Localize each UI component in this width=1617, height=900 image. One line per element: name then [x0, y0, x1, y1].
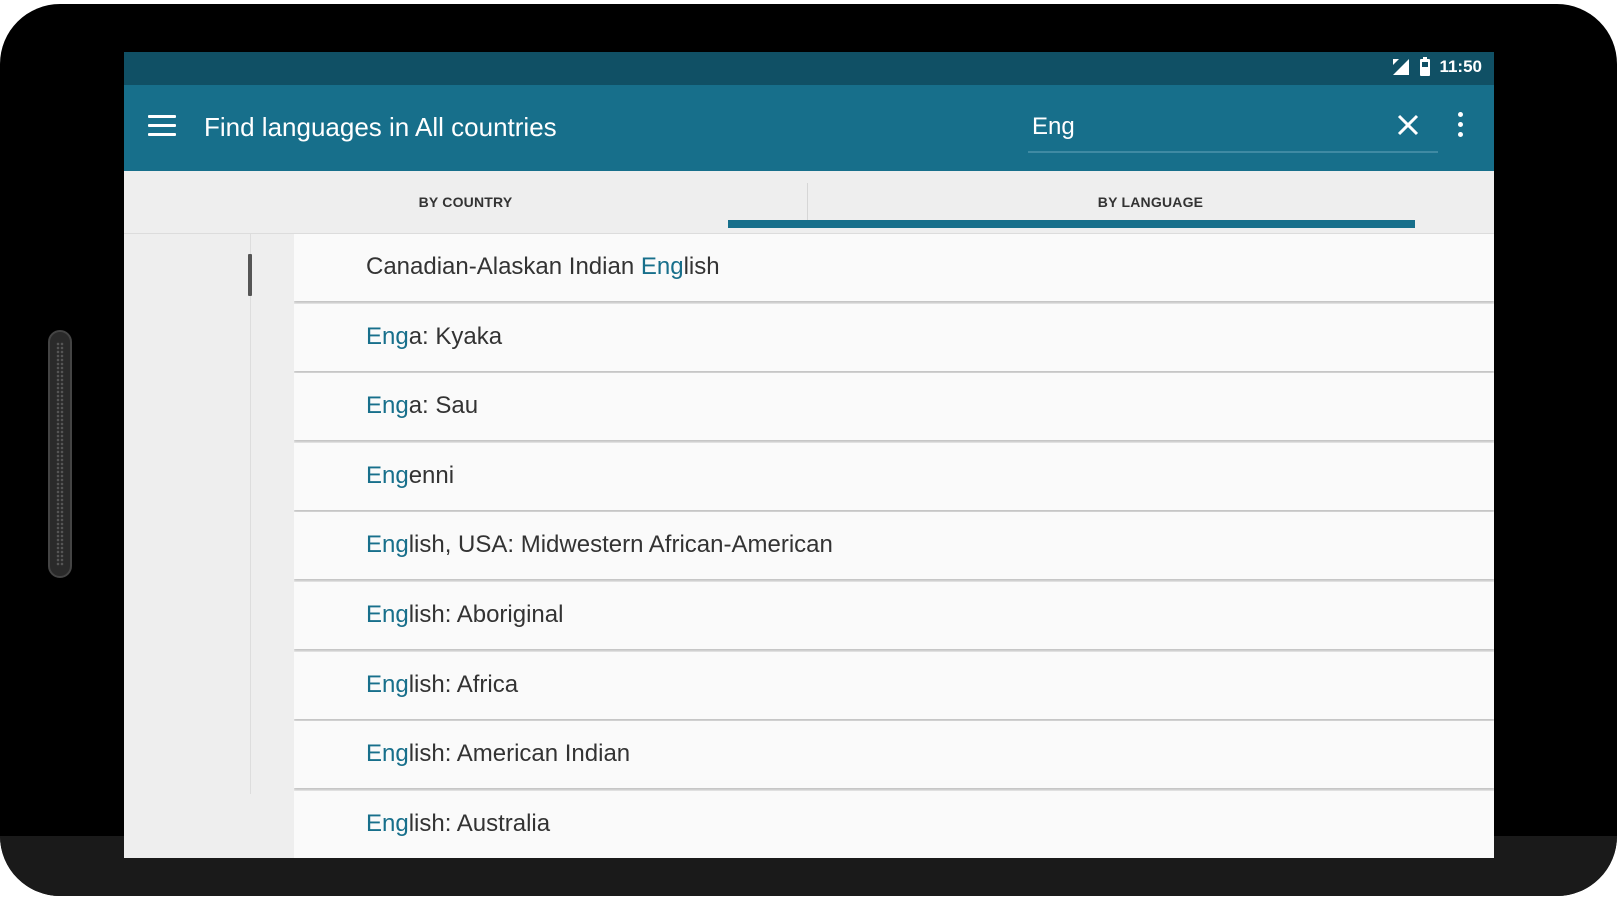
- search-match: Eng: [640, 253, 684, 280]
- search-match: Eng: [366, 461, 409, 489]
- list-item[interactable]: Enga: Sau: [294, 373, 1494, 441]
- status-bar: 11:50: [124, 52, 1494, 85]
- list-item[interactable]: Canadian-Alaskan Indian English: [294, 234, 1494, 301]
- search-match: Eng: [366, 809, 409, 837]
- language-name: English, USA: Midwestern African-America…: [366, 531, 833, 559]
- status-time: 11:50: [1439, 57, 1482, 76]
- app-screen: 11:50 Find languages in All countries En…: [124, 52, 1494, 858]
- menu-icon[interactable]: [148, 115, 176, 139]
- language-list: Canadian-Alaskan Indian English Enga: Ky…: [294, 234, 1494, 858]
- scroll-track: [250, 234, 251, 794]
- list-item[interactable]: English: Australia: [294, 790, 1494, 858]
- language-name: English: Africa: [366, 670, 519, 698]
- language-name: Enga: Sau: [366, 392, 479, 420]
- search-match: Eng: [366, 392, 409, 420]
- language-name: Canadian-Alaskan Indian English: [366, 253, 720, 280]
- language-name: English: Aboriginal: [366, 600, 564, 628]
- language-name: Engenni: [366, 461, 455, 489]
- page-title: Find languages in All countries: [204, 112, 557, 142]
- list-item[interactable]: English: Africa: [294, 651, 1494, 719]
- device-frame: 11:50 Find languages in All countries En…: [0, 4, 1617, 896]
- search-match: Eng: [366, 670, 409, 698]
- language-name: English: Australia: [366, 809, 551, 837]
- search-match: Eng: [366, 531, 409, 559]
- scroll-thumb[interactable]: [248, 254, 252, 296]
- signal-icon: [1391, 57, 1411, 77]
- fast-scroll-rail: [124, 234, 294, 794]
- list-item[interactable]: Enga: Kyaka: [294, 303, 1494, 371]
- status-right: 11:50: [1391, 57, 1482, 77]
- search-match: Eng: [366, 600, 409, 628]
- overflow-menu-icon[interactable]: [1454, 112, 1466, 140]
- search-match: Eng: [366, 322, 409, 350]
- list-item[interactable]: English, USA: Midwestern African-America…: [294, 512, 1494, 580]
- list-item[interactable]: Engenni: [294, 442, 1494, 510]
- search-input[interactable]: [1028, 105, 1438, 149]
- list-item[interactable]: English: American Indian: [294, 721, 1494, 789]
- list-item[interactable]: English: Aboriginal: [294, 581, 1494, 649]
- app-bar: Find languages in All countries: [124, 85, 1494, 171]
- language-name: English: American Indian: [366, 740, 631, 768]
- device-speaker-grille: [48, 330, 72, 578]
- language-name: Enga: Kyaka: [366, 322, 503, 350]
- search-field: [1028, 105, 1438, 153]
- close-icon[interactable]: [1396, 113, 1420, 137]
- active-tab-indicator: [728, 220, 1415, 228]
- tab-by-country[interactable]: BY COUNTRY: [124, 171, 807, 233]
- search-match: Eng: [366, 740, 409, 768]
- battery-icon: [1419, 57, 1431, 77]
